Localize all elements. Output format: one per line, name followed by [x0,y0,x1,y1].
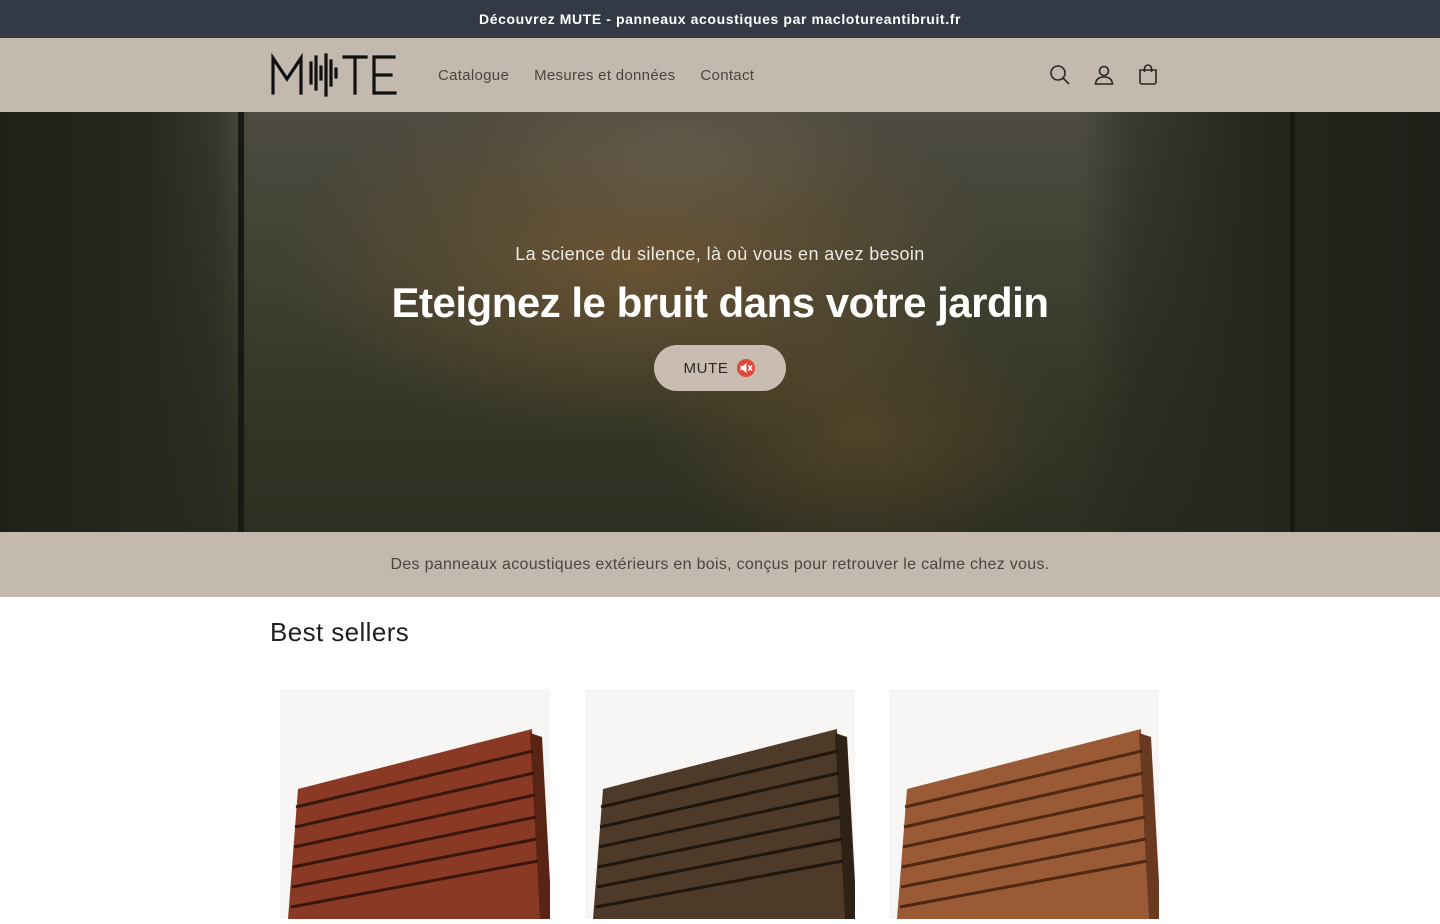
product-image [897,729,1161,919]
cart-icon[interactable] [1126,53,1170,97]
hero-banner: La science du silence, là où vous en ave… [0,112,1440,532]
section-heading: Best sellers [270,617,410,647]
best-sellers-section: Best sellers [0,597,1440,919]
main-nav: Catalogue Mesures et données Contact [438,67,779,84]
product-image [288,729,552,919]
nav-catalogue[interactable]: Catalogue [438,67,509,84]
product-image [593,729,857,919]
hero-subtitle: La science du silence, là où vous en ave… [515,244,925,264]
site-header: Catalogue Mesures et données Contact [0,38,1440,112]
hero-title: Eteignez le bruit dans votre jardin [391,279,1049,326]
mute-button[interactable]: MUTE [653,345,787,391]
nav-contact[interactable]: Contact [700,67,754,84]
account-icon[interactable] [1082,53,1126,97]
search-icon[interactable] [1038,53,1082,97]
nav-mesures-et-donnees[interactable]: Mesures et données [534,67,675,84]
tagline-bar: Des panneaux acoustiques extérieurs en b… [0,532,1440,597]
mute-button-label: MUTE [683,359,729,377]
announcement-text: Découvrez MUTE - panneaux acoustiques pa… [479,11,961,27]
product-card[interactable] [280,689,552,919]
announcement-bar: Découvrez MUTE - panneaux acoustiques pa… [0,0,1440,38]
product-card[interactable] [585,689,857,919]
product-card[interactable] [889,689,1161,919]
mute-logo[interactable] [270,53,410,97]
muted-speaker-icon [736,358,756,378]
tagline-text: Des panneaux acoustiques extérieurs en b… [390,555,1050,573]
